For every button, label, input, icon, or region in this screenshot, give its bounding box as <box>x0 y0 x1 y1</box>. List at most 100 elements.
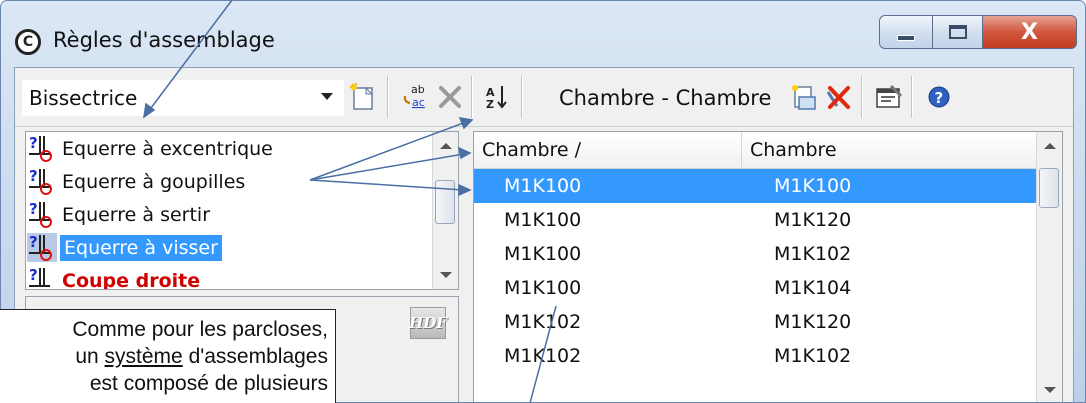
scroll-down-icon[interactable] <box>1044 387 1056 393</box>
table-cell: M1K102 <box>504 345 582 367</box>
table-cell: M1K100 <box>504 209 582 231</box>
table-row[interactable]: M1K100 M1K104 <box>474 271 1036 305</box>
callout-line: est composé de plusieurs <box>89 372 328 395</box>
svg-text:ac: ac <box>412 96 425 109</box>
properties-icon <box>876 84 903 108</box>
close-button[interactable]: X <box>983 15 1077 49</box>
scroll-down-icon[interactable] <box>440 272 452 278</box>
question-assembly-icon: ? <box>26 264 62 289</box>
grid-scrollbar[interactable] <box>1036 132 1062 402</box>
callout-fragment: d'assemblages <box>182 345 328 368</box>
toolbar-separator <box>387 76 388 118</box>
list-scrollbar[interactable] <box>432 132 458 289</box>
title-bar[interactable]: C Règles d'assemblage X <box>1 1 1085 63</box>
callout-link[interactable]: système <box>105 345 183 368</box>
scroll-up-icon[interactable] <box>440 143 452 149</box>
grid-header: Chambre ∕ Chambre <box>474 132 1036 169</box>
toolbar-separator <box>521 76 522 118</box>
new-rule-button[interactable] <box>346 80 380 114</box>
question-assembly-icon: ? <box>26 132 62 165</box>
scroll-up-icon[interactable] <box>1044 143 1056 149</box>
callout-text: Comme pour les parcloses, un système d'a… <box>0 316 328 397</box>
table-row[interactable]: M1K100 M1K102 <box>474 237 1036 271</box>
add-pair-icon <box>792 85 816 110</box>
column-header-chambre[interactable]: Chambre <box>742 132 1036 168</box>
table-cell: M1K102 <box>504 311 582 333</box>
app-icon-glyph: C <box>22 34 34 50</box>
svg-text:?: ? <box>29 233 38 251</box>
delete-rule-button[interactable] <box>433 80 467 114</box>
svg-text:ab: ab <box>411 83 425 96</box>
svg-text:?: ? <box>29 266 38 284</box>
profile-pair-grid[interactable]: Chambre ∕ Chambre M1K100 M1K100 M1K100 M… <box>473 131 1063 402</box>
maximize-button[interactable] <box>933 15 983 49</box>
callout-line: un système d'assemblages <box>0 343 328 370</box>
rename-rule-button[interactable]: ab ac <box>399 80 433 114</box>
list-item[interactable]: ? Coupe droite <box>26 264 430 290</box>
list-item-label: Equerre à sertir <box>62 203 211 226</box>
table-cell: M1K100 <box>504 277 582 299</box>
rule-type-value: Bissectrice <box>29 86 138 110</box>
add-pair-button[interactable] <box>787 80 821 114</box>
table-cell: M1K104 <box>774 277 852 299</box>
rule-type-combo[interactable]: Bissectrice <box>22 80 344 116</box>
window-controls: X <box>879 15 1077 49</box>
list-item-label: Equerre à visser <box>60 234 222 261</box>
properties-button[interactable] <box>871 80 905 114</box>
callout-fragment: un <box>75 345 105 368</box>
delete-pair-icon <box>826 86 850 109</box>
close-icon: X <box>1021 19 1038 45</box>
toolbar-separator <box>471 76 472 118</box>
maximize-icon <box>948 25 967 39</box>
table-cell: M1K102 <box>774 243 852 265</box>
list-item-selected[interactable]: ? Equerre à visser <box>26 231 430 264</box>
rename-icon: ab ac <box>403 83 425 109</box>
svg-text:?: ? <box>935 89 944 107</box>
hdf-icon[interactable]: HDF <box>409 307 447 339</box>
help-icon: ? <box>928 86 950 108</box>
toolbar-separator <box>861 76 862 118</box>
assembly-type-list[interactable]: ? Equerre à excentrique ? Equerre à goup… <box>25 131 459 290</box>
help-button[interactable]: ? <box>922 80 956 114</box>
list-item-label: Equerre à excentrique <box>62 137 273 160</box>
dropdown-arrow-icon[interactable] <box>321 93 333 100</box>
list-item[interactable]: ? Equerre à excentrique <box>26 132 430 165</box>
profile-pair-label: Chambre - Chambre <box>559 86 772 110</box>
svg-text:Z: Z <box>486 98 494 111</box>
table-cell: M1K100 <box>504 243 582 265</box>
svg-text:?: ? <box>29 167 38 185</box>
window-title: Règles d'assemblage <box>53 28 275 52</box>
question-assembly-icon: ? <box>26 198 62 231</box>
question-assembly-icon: ? <box>26 231 62 264</box>
table-row[interactable]: M1K102 M1K102 <box>474 339 1036 373</box>
scrollbar-thumb[interactable] <box>1039 168 1059 208</box>
list-item-label: Equerre à goupilles <box>62 170 246 193</box>
table-cell: M1K120 <box>774 311 852 333</box>
question-assembly-icon: ? <box>26 165 62 198</box>
minimize-icon <box>897 35 915 41</box>
svg-text:?: ? <box>29 200 38 218</box>
column-header-chambre-sorted[interactable]: Chambre ∕ <box>474 132 742 168</box>
list-item[interactable]: ? Equerre à sertir <box>26 198 430 231</box>
table-cell: M1K102 <box>774 345 852 367</box>
table-cell: M1K100 <box>774 175 852 197</box>
table-row-selected[interactable]: M1K100 M1K100 <box>474 169 1036 203</box>
table-row[interactable]: M1K102 M1K120 <box>474 305 1036 339</box>
annotation-callout: Comme pour les parcloses, un système d'a… <box>0 309 336 403</box>
scrollbar-thumb[interactable] <box>435 180 455 224</box>
delete-icon <box>439 86 461 108</box>
sort-button[interactable]: A Z <box>480 80 514 114</box>
table-row[interactable]: M1K100 M1K120 <box>474 203 1036 237</box>
list-item-label: Coupe droite <box>62 269 201 290</box>
sort-az-icon: A Z <box>486 86 507 111</box>
table-cell: M1K120 <box>774 209 852 231</box>
table-cell: M1K100 <box>504 175 582 197</box>
list-item[interactable]: ? Equerre à goupilles <box>26 165 430 198</box>
new-document-icon <box>349 82 374 110</box>
minimize-button[interactable] <box>879 15 933 49</box>
app-icon: C <box>15 29 41 55</box>
toolbar: Bissectrice ab ac A Z Chambre - Chambre … <box>15 68 1073 127</box>
toolbar-separator <box>911 76 912 118</box>
delete-pair-button[interactable] <box>821 80 855 114</box>
svg-text:?: ? <box>29 134 38 152</box>
